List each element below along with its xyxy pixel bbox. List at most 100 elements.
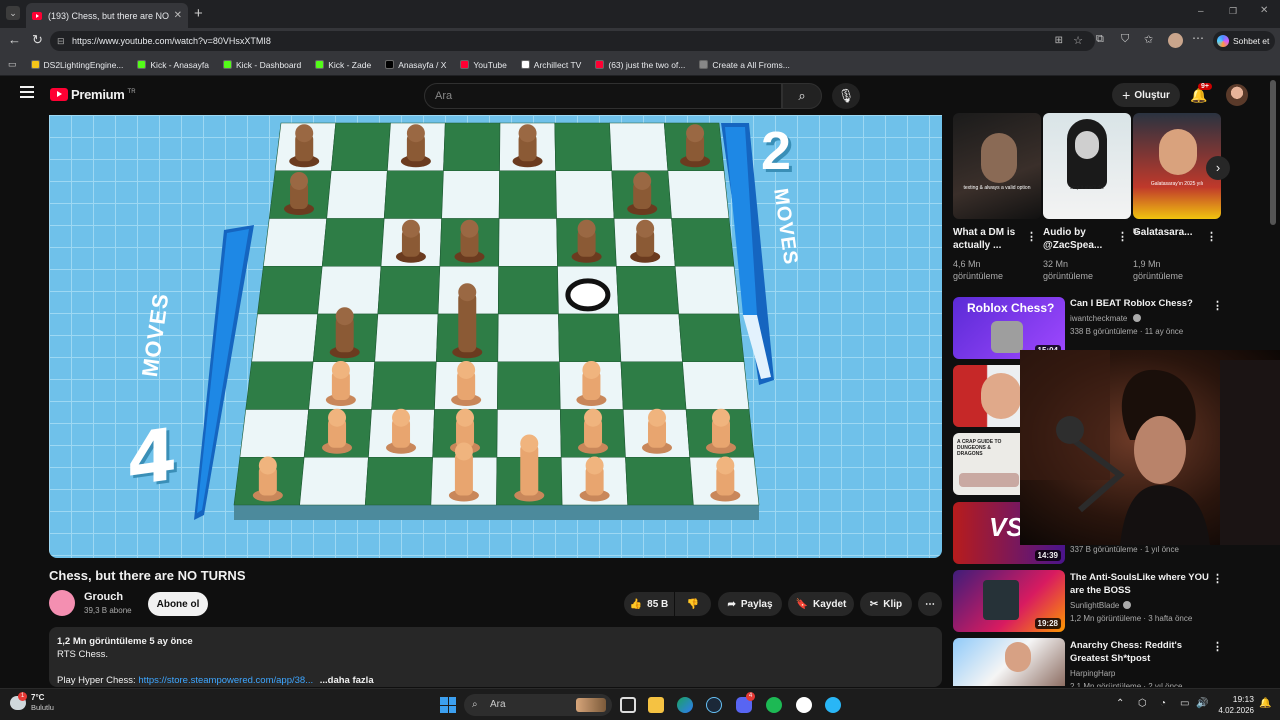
discord-icon[interactable]: 4 <box>736 692 755 713</box>
unreal-engine-icon[interactable] <box>796 697 812 713</box>
short-title[interactable]: Audio by @ZacSpea... <box>1043 226 1113 252</box>
short-title[interactable]: Galatasara... <box>1133 226 1203 239</box>
profile-avatar[interactable] <box>1168 33 1183 48</box>
video-thumbnail[interactable]: 19:28 <box>953 570 1065 632</box>
volume-icon[interactable]: 🔊 <box>1196 698 1208 709</box>
bookmark-label: YouTube <box>473 59 507 70</box>
video-title-link[interactable]: Anarchy Chess: Reddit's Greatest Sh*tpos… <box>1070 639 1210 665</box>
close-window-icon[interactable]: ✕ <box>1260 5 1268 16</box>
like-button[interactable]: 👍 85 B <box>624 592 674 616</box>
save-button[interactable]: 🔖 Kaydet <box>788 592 854 616</box>
bookmark-item[interactable]: Archillect TV <box>520 60 581 70</box>
notification-center-icon[interactable]: 🔔 <box>1259 698 1271 709</box>
bookmark-item[interactable]: Kick - Dashboard <box>222 60 301 70</box>
youtube-logo[interactable]: Premium TR <box>50 87 136 102</box>
more-actions-button[interactable]: ⋯ <box>918 592 942 616</box>
clip-button[interactable]: ✂ Klip <box>860 592 912 616</box>
bookmark-item[interactable]: Kick - Anasayfa <box>137 60 209 70</box>
short-title[interactable]: What a DM is actually ... <box>953 226 1023 252</box>
description-meta: 1,2 Mn görüntüleme 5 ay önce <box>57 636 193 647</box>
tray-app-icon[interactable]: ⬡ <box>1138 698 1147 709</box>
tray-overflow-icon[interactable]: ⌃ <box>1116 698 1124 709</box>
file-explorer-icon[interactable] <box>648 697 664 713</box>
edge-icon[interactable] <box>677 697 693 713</box>
create-button[interactable]: + Oluştur <box>1112 83 1180 107</box>
copilot-button[interactable]: Sohbet et <box>1213 31 1275 51</box>
share-button[interactable]: ➦ Paylaş <box>718 592 782 616</box>
voice-search-button[interactable]: 🎙 <box>832 83 860 109</box>
security-icon[interactable]: ⛉ <box>1121 33 1129 46</box>
short-menu-icon[interactable]: ⋮ <box>1206 230 1217 243</box>
channel-name[interactable]: HarpingHarp <box>1070 667 1115 680</box>
video-thumbnail[interactable] <box>953 638 1065 686</box>
extensions-icon[interactable]: ⧉ <box>1096 33 1104 46</box>
video-duration: 19:28 <box>1034 618 1061 629</box>
channel-name[interactable]: Grouch <box>84 591 123 603</box>
target-square-marker <box>565 278 611 312</box>
weather-widget[interactable]: 1 7°C Bulutlu <box>10 692 54 713</box>
task-view-icon[interactable] <box>620 697 636 713</box>
description-box[interactable]: 1,2 Mn görüntüleme 5 ay önce RTS Chess. … <box>49 627 942 687</box>
network-icon[interactable]: ▭ <box>1180 698 1189 709</box>
video-menu-icon[interactable]: ⋮ <box>1212 299 1223 312</box>
board-square <box>263 218 328 267</box>
verified-icon <box>1123 601 1131 609</box>
collections-icon[interactable]: ▭ <box>8 59 17 70</box>
show-more-button[interactable]: ...daha fazla <box>320 675 374 686</box>
dislike-button[interactable]: 👎 <box>675 592 711 616</box>
video-title-link[interactable]: Can I BEAT Roblox Chess? <box>1070 297 1210 310</box>
reload-icon[interactable]: ↻ <box>32 32 43 48</box>
bookmark-item[interactable]: Create a All Froms... <box>699 60 790 70</box>
video-menu-icon[interactable]: ⋮ <box>1212 640 1223 653</box>
new-tab-button[interactable]: + <box>194 5 203 22</box>
app-icon[interactable] <box>825 697 841 713</box>
tab-close-icon[interactable]: ✕ <box>174 10 182 21</box>
short-thumbnail[interactable]: stop it she'll die <box>1043 113 1131 219</box>
board-square <box>497 361 561 410</box>
bookmark-favicon-icon <box>385 60 395 69</box>
bookmark-item[interactable]: (63) just the two of... <box>595 60 685 70</box>
short-thumbnail[interactable]: texting & always a valid option <box>953 113 1041 219</box>
short-menu-icon[interactable]: ⋮ <box>1026 230 1037 243</box>
site-info-icon[interactable]: ⊟ <box>57 31 65 51</box>
left-moves-number: 4 <box>127 411 178 503</box>
tab-active[interactable]: (193) Chess, but there are NO TURNS ✕ <box>26 3 188 28</box>
bookmark-item[interactable]: YouTube <box>460 59 507 70</box>
tray-icon[interactable]: ◔ <box>1160 698 1166 709</box>
description-link[interactable]: https://store.steampowered.com/app/38... <box>138 675 313 686</box>
page-scrollbar[interactable] <box>1270 80 1276 225</box>
more-menu-icon[interactable]: ⋯ <box>1192 31 1204 45</box>
restore-icon[interactable]: ❐ <box>1229 6 1237 17</box>
taskbar-search[interactable]: ⌕ Ara <box>464 694 612 716</box>
short-menu-icon[interactable]: ⋮ <box>1117 230 1128 243</box>
video-menu-icon[interactable]: ⋮ <box>1212 572 1223 585</box>
shorts-next-button[interactable]: › <box>1206 156 1230 180</box>
minimize-icon[interactable]: – <box>1198 6 1204 17</box>
video-title-link[interactable]: The Anti-SoulsLike where YOU are the BOS… <box>1070 571 1210 597</box>
bookmark-item[interactable]: Kick - Zade <box>315 60 371 70</box>
steam-icon[interactable] <box>706 697 722 713</box>
search-input[interactable]: Ara <box>424 83 782 109</box>
favorites-icon[interactable]: ✩ <box>1144 33 1153 46</box>
channel-name[interactable]: iwantcheckmate <box>1070 312 1127 325</box>
search-button[interactable]: ⌕ <box>782 83 822 109</box>
channel-name[interactable]: SunlightBlade <box>1070 599 1119 612</box>
spotify-icon[interactable] <box>766 697 782 713</box>
clock[interactable]: 19:13 4.02.2026 <box>1218 694 1254 716</box>
favorite-star-icon[interactable]: ☆ <box>1073 31 1083 51</box>
back-icon[interactable]: ← <box>8 32 21 47</box>
notifications-button[interactable]: 🔔 9+ <box>1190 83 1212 104</box>
tab-actions-icon[interactable]: ⌄ <box>6 6 20 20</box>
account-avatar[interactable] <box>1226 84 1248 106</box>
app-available-icon[interactable]: ⊞ <box>1055 31 1063 51</box>
channel-avatar[interactable] <box>49 590 75 616</box>
start-button[interactable] <box>440 697 456 713</box>
url-field[interactable]: ⊟ https://www.youtube.com/watch?v=80VHsx… <box>50 31 1095 51</box>
video-player[interactable]: 4 MOVES 2 MOVES <box>49 115 942 558</box>
bookmark-item[interactable]: DS2LightingEngine... <box>30 60 123 70</box>
bookmark-favicon-icon <box>699 60 709 69</box>
subscribe-button[interactable]: Abone ol <box>148 592 208 616</box>
hamburger-menu-icon[interactable] <box>20 86 34 98</box>
bookmark-item[interactable]: Anasayfa / X <box>385 60 446 70</box>
short-caption: stop it she'll die <box>1069 185 1105 191</box>
